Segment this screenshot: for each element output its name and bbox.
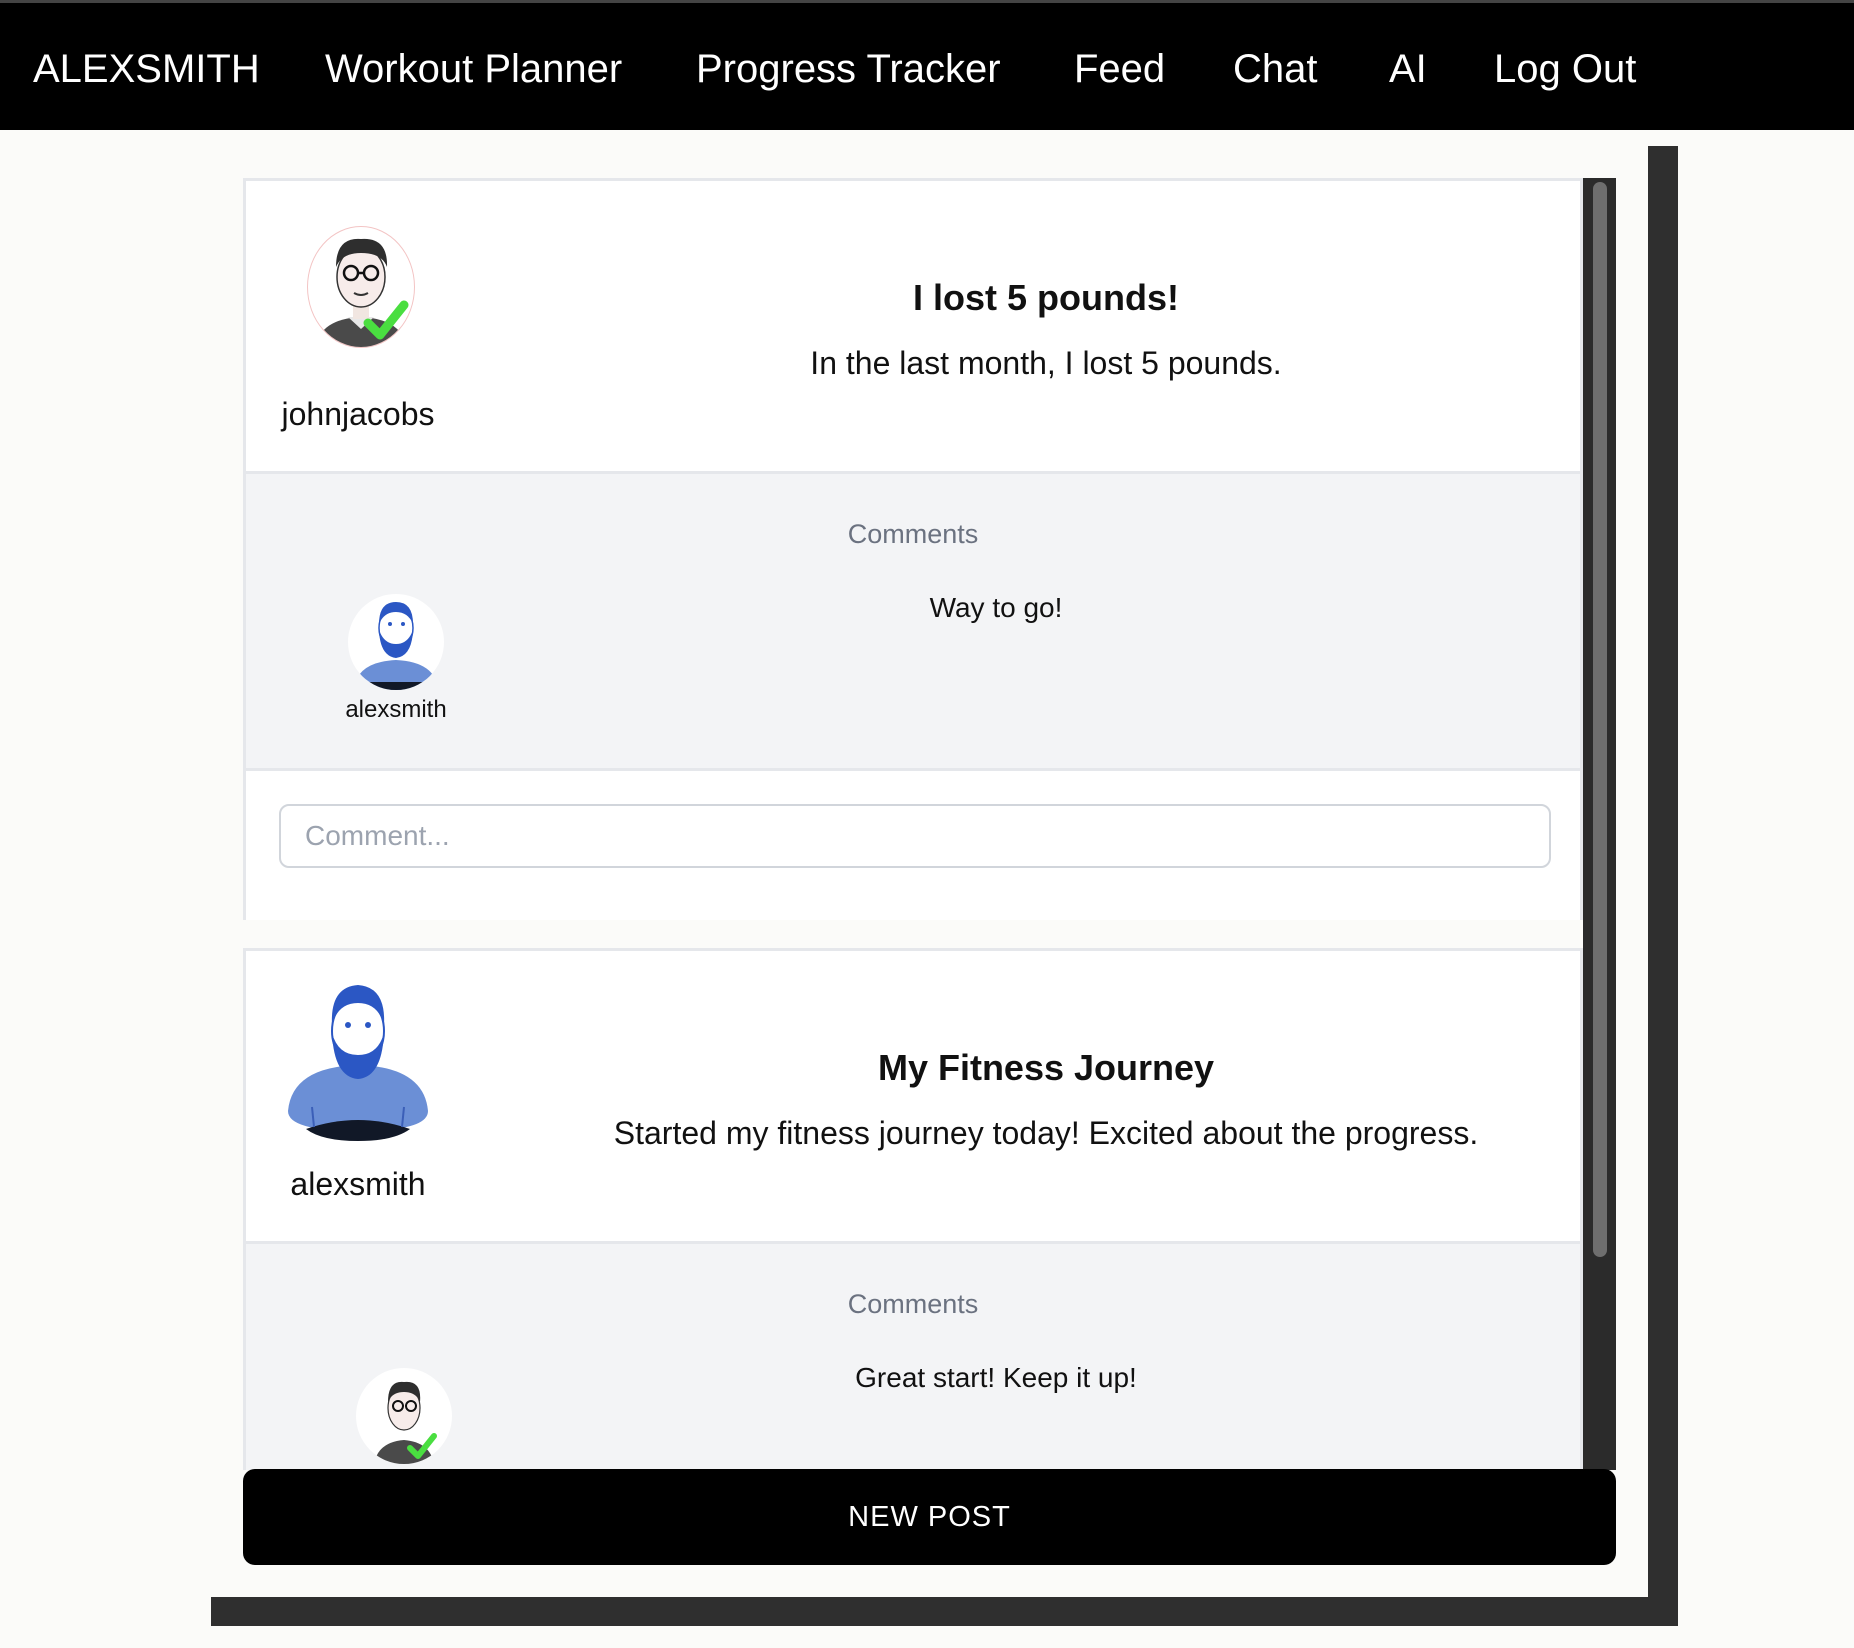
bearded-man-icon: [288, 985, 428, 1141]
comment-input[interactable]: [279, 804, 1551, 868]
comment-input-area: [246, 768, 1580, 920]
frame-shadow-right: [1648, 146, 1678, 1626]
post-header: alexsmith My Fitness Journey Started my …: [246, 951, 1580, 1241]
nav-ai[interactable]: AI: [1389, 41, 1427, 97]
post-body: Started my fitness journey today! Excite…: [613, 1115, 1479, 1151]
man-with-glasses-check-icon: [374, 1381, 437, 1464]
post-card: johnjacobs I lost 5 pounds! In the last …: [243, 178, 1583, 920]
nav-log-out[interactable]: Log Out: [1494, 41, 1636, 97]
post-header: johnjacobs I lost 5 pounds! In the last …: [246, 181, 1580, 471]
comment-author-name[interactable]: alexsmith: [316, 696, 476, 724]
comments-heading: Comments: [847, 1289, 979, 1319]
nav-workout-planner[interactable]: Workout Planner: [325, 41, 622, 97]
comment-text: Way to go!: [929, 592, 1063, 623]
post-body: In the last month, I lost 5 pounds.: [810, 345, 1282, 381]
johnjacobs-avatar[interactable]: [307, 226, 415, 348]
comments-section: Comments alexsmith Way to go!: [246, 471, 1580, 771]
new-post-button[interactable]: NEW POST: [243, 1469, 1616, 1565]
alexsmith-avatar[interactable]: [284, 981, 432, 1141]
top-navbar: ALEXSMITH Workout Planner Progress Track…: [0, 0, 1854, 130]
comments-section: Comments johnjacobs Great start! Keep it…: [246, 1241, 1580, 1470]
post-author-name[interactable]: alexsmith: [278, 1166, 438, 1203]
post-card: alexsmith My Fitness Journey Started my …: [243, 948, 1583, 1470]
nav-progress-tracker[interactable]: Progress Tracker: [696, 41, 1001, 97]
comment-text: Great start! Keep it up!: [855, 1362, 1137, 1393]
frame-shadow-bottom: [211, 1597, 1678, 1626]
bearded-man-icon: [354, 602, 438, 690]
post-title: My Fitness Journey: [877, 1047, 1215, 1088]
post-title: I lost 5 pounds!: [913, 277, 1179, 318]
nav-feed[interactable]: Feed: [1074, 41, 1165, 97]
man-with-glasses-check-icon: [316, 238, 409, 347]
post-author-name[interactable]: johnjacobs: [278, 396, 438, 433]
comments-heading: Comments: [847, 519, 979, 549]
feed-scrollbar-thumb[interactable]: [1593, 182, 1607, 1257]
comment-author-avatar[interactable]: [348, 594, 444, 690]
comment-author-avatar[interactable]: [356, 1368, 452, 1464]
nav-chat[interactable]: Chat: [1233, 41, 1318, 97]
nav-brand-link[interactable]: ALEXSMITH: [33, 41, 260, 97]
feed-scroll-panel[interactable]: johnjacobs I lost 5 pounds! In the last …: [243, 178, 1583, 1470]
